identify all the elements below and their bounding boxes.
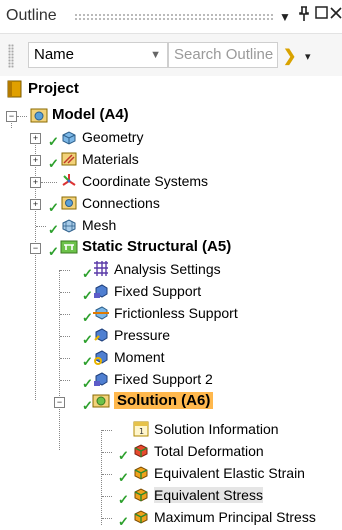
tree-connector xyxy=(102,452,112,453)
filter-chevron-icon[interactable]: ❯ xyxy=(283,46,296,66)
materials-icon xyxy=(61,152,77,166)
result-icon xyxy=(134,510,148,524)
fixed-support-icon xyxy=(94,372,108,386)
expand-materials[interactable]: + xyxy=(30,155,41,166)
mesh-icon xyxy=(62,219,76,233)
tree-connector xyxy=(102,430,112,431)
search-input[interactable]: Search Outline xyxy=(168,42,278,68)
frictionless-support-icon xyxy=(93,306,109,320)
result-icon xyxy=(134,488,148,502)
toolbar-grip xyxy=(8,44,14,68)
tree-connector xyxy=(17,116,27,117)
tree-connector xyxy=(60,292,70,293)
name-select-value: Name xyxy=(34,46,75,63)
maximize-icon[interactable] xyxy=(315,6,328,24)
static-structural-icon xyxy=(60,240,78,254)
check-icon: ✓ xyxy=(118,514,129,529)
solution-icon xyxy=(92,394,110,408)
tree-connector xyxy=(59,270,60,450)
dropdown-arrow-icon[interactable]: ▼ xyxy=(279,10,291,24)
tree-connector xyxy=(35,134,36,400)
project-icon xyxy=(7,80,22,98)
outline-toolbar: Name ▼ Search Outline ❯ ▾ xyxy=(0,34,342,76)
svg-text:1: 1 xyxy=(139,427,144,436)
tree-connector xyxy=(60,314,70,315)
result-icon xyxy=(134,466,148,480)
connections-icon xyxy=(61,196,77,210)
tree-connector xyxy=(36,226,46,227)
toolbar-overflow-icon[interactable]: ▾ xyxy=(305,50,311,63)
check-icon: ✓ xyxy=(48,134,59,149)
collapse-static-structural[interactable]: − xyxy=(30,243,41,254)
panel-titlebar: Outline ▼ xyxy=(0,0,342,34)
tree-connector xyxy=(60,380,70,381)
collapse-solution[interactable]: − xyxy=(54,397,65,408)
tree-connector xyxy=(60,358,70,359)
pressure-icon xyxy=(94,328,108,342)
solution-information-icon: 1 xyxy=(133,421,149,437)
tree-connector xyxy=(101,430,102,525)
check-icon: ✓ xyxy=(118,448,129,463)
geometry-icon xyxy=(62,131,76,145)
search-placeholder: Search Outline xyxy=(174,46,274,63)
expand-coordinate-systems[interactable]: + xyxy=(30,177,41,188)
tree-connector xyxy=(102,518,112,519)
check-icon: ✓ xyxy=(48,222,59,237)
chevron-down-icon: ▼ xyxy=(150,49,161,61)
panel-title: Outline xyxy=(6,7,57,24)
analysis-settings-icon xyxy=(94,261,108,276)
tree-connector xyxy=(60,336,70,337)
tree-connector xyxy=(102,496,112,497)
selected-node-label: Solution (A6) xyxy=(114,392,214,409)
fixed-support-icon xyxy=(94,284,108,298)
hovered-node-label: Equivalent Stress xyxy=(154,487,263,503)
drag-grip[interactable] xyxy=(74,13,274,20)
result-icon xyxy=(134,444,148,458)
model-icon xyxy=(30,108,48,123)
expand-geometry[interactable]: + xyxy=(30,133,41,144)
coordinate-systems-icon xyxy=(62,174,76,186)
collapse-model[interactable]: − xyxy=(6,111,17,122)
outline-tree: Project − Model (A4) + ✓ Geometry + ✓ Ma… xyxy=(0,78,342,529)
pin-icon[interactable] xyxy=(297,6,311,27)
check-icon: ✓ xyxy=(48,244,59,259)
check-icon: ✓ xyxy=(118,470,129,485)
name-select[interactable]: Name ▼ xyxy=(28,42,168,68)
tree-connector xyxy=(60,270,70,271)
tree-connector xyxy=(41,182,57,183)
moment-icon xyxy=(94,350,108,365)
check-icon: ✓ xyxy=(48,156,59,171)
expand-connections[interactable]: + xyxy=(30,199,41,210)
check-icon: ✓ xyxy=(118,492,129,507)
check-icon: ✓ xyxy=(48,200,59,215)
tree-connector xyxy=(102,474,112,475)
close-icon[interactable] xyxy=(330,6,342,24)
